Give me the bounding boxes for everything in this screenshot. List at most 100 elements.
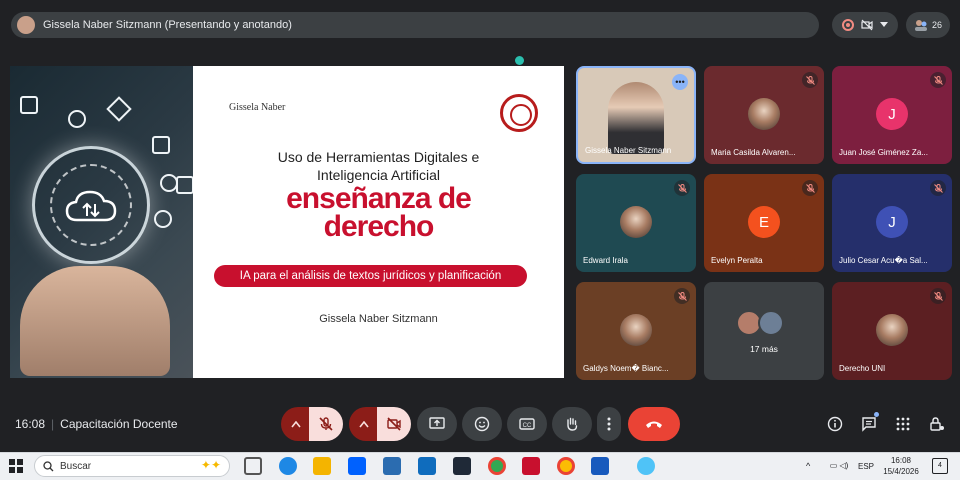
record-icon[interactable] (841, 19, 854, 31)
slide-hero-image (10, 66, 194, 378)
participant-tile[interactable]: ••• Gissela Naber Sitzmann (576, 66, 696, 164)
participant-name: Juan José Giménez Za... (839, 148, 928, 157)
chrome-icon[interactable] (488, 457, 506, 475)
participant-tile[interactable]: J Juan José Giménez Za... (832, 66, 952, 164)
task-view-icon[interactable] (244, 457, 262, 475)
apps-grid-icon (896, 417, 910, 431)
host-controls-button[interactable] (927, 414, 947, 434)
participant-avatar: J (876, 98, 908, 130)
end-call-icon (646, 421, 662, 428)
slide-headline-line2: derecho (323, 210, 435, 243)
participant-avatar (748, 98, 780, 130)
mcafee-icon[interactable] (522, 457, 540, 475)
shared-presentation[interactable]: Gissela Naber Uso de Herramientas Digita… (10, 66, 564, 378)
top-bar: Gissela Naber Sitzmann (Presentando y an… (0, 0, 960, 48)
slide-subtitle: IA para el análisis de textos jurídicos … (214, 265, 527, 287)
presenter-label: Gissela Naber Sitzmann (Presentando y an… (43, 19, 292, 31)
participant-video (608, 82, 664, 154)
mic-off-icon (674, 288, 690, 304)
tile-more-options-button[interactable]: ••• (672, 74, 688, 90)
participant-tile[interactable]: 17 más (704, 282, 824, 380)
upload-icon (20, 96, 38, 114)
edge-icon[interactable] (279, 457, 297, 475)
chat-button[interactable] (859, 412, 879, 434)
hand-icon (567, 417, 578, 431)
windows-logo-icon (9, 459, 23, 473)
participant-count: 26 (931, 20, 942, 30)
taskbar-time: 16:08 (890, 456, 912, 465)
present-button[interactable] (417, 407, 457, 441)
meeting-time: 16:08 (15, 417, 46, 431)
dropbox-icon[interactable] (348, 457, 366, 475)
captions-button[interactable]: CC (507, 407, 547, 441)
tray-system-icons[interactable]: ▭ ◁) (822, 460, 856, 471)
meeting-details-button[interactable] (825, 414, 845, 434)
taskbar-clock[interactable]: 16:08 15/4/2026 (878, 455, 924, 477)
leave-call-button[interactable] (628, 407, 680, 441)
mic-off-icon (802, 72, 818, 88)
slide-title-line1: Uso de Herramientas Digitales e (277, 149, 480, 165)
presenter-avatar (17, 16, 35, 34)
word-icon[interactable] (591, 457, 609, 475)
participant-tile[interactable]: Derecho UNI (832, 282, 952, 380)
warning-icon (106, 96, 132, 122)
participant-name: Galdys Noem� Bianc... (583, 364, 669, 373)
notifications-button[interactable]: 4 (932, 458, 948, 474)
presenter-banner[interactable]: Gissela Naber Sitzmann (Presentando y an… (11, 12, 819, 38)
store-icon[interactable] (383, 457, 401, 475)
language-indicator[interactable]: ESP (858, 461, 874, 472)
chevron-up-icon (359, 420, 369, 427)
meeting-name[interactable]: Capacitación Docente (60, 417, 177, 431)
people-icon (914, 20, 927, 31)
camera-options-button[interactable] (349, 407, 379, 441)
mic-off-icon (930, 180, 946, 196)
chevron-up-icon (291, 420, 301, 427)
lock-person-icon (930, 417, 944, 431)
camera-off-icon[interactable] (861, 19, 873, 31)
camera-off-icon (387, 417, 401, 431)
emoji-icon (474, 416, 490, 432)
participant-tile[interactable]: Maria Casilda Alvaren... (704, 66, 824, 164)
chrome-profile-icon[interactable] (557, 457, 575, 475)
taskbar-date: 15/4/2026 (883, 467, 919, 476)
cloud-icon (65, 190, 117, 222)
activities-button[interactable] (893, 414, 913, 434)
more-vert-icon (607, 417, 611, 431)
document-icon (152, 136, 170, 154)
mic-toggle-button[interactable] (309, 407, 343, 441)
tray-chevron-icon[interactable]: ^ (806, 461, 810, 472)
camera-toggle-button[interactable] (377, 407, 411, 441)
chevron-down-icon[interactable] (880, 22, 889, 28)
recording-controls[interactable] (832, 12, 898, 38)
more-participants-label: 17 más (750, 344, 778, 354)
participant-avatar (876, 314, 908, 346)
file-explorer-icon[interactable] (313, 457, 331, 475)
mic-off-icon (674, 180, 690, 196)
sparkle-icon: ✦✦ (200, 458, 221, 472)
more-options-button[interactable] (597, 407, 621, 441)
windows-start-button[interactable] (9, 459, 23, 473)
info-icon (827, 416, 843, 432)
participant-name: Gissela Naber Sitzmann (585, 146, 672, 155)
captions-icon: CC (519, 418, 535, 430)
participant-tile[interactable]: Galdys Noem� Bianc... (576, 282, 696, 380)
participant-tile[interactable]: E Evelyn Peralta (704, 174, 824, 272)
outlook-icon[interactable] (418, 457, 436, 475)
help-icon[interactable] (637, 457, 655, 475)
participant-tile[interactable]: Edward Irala (576, 174, 696, 272)
participants-button[interactable]: 26 (906, 12, 950, 38)
raise-hand-button[interactable] (552, 407, 592, 441)
mic-options-button[interactable] (281, 407, 311, 441)
hand-graphic (20, 266, 170, 376)
mic-off-icon (319, 417, 333, 431)
participant-avatar (758, 310, 784, 336)
search-icon (43, 460, 54, 471)
university-seal (500, 94, 538, 132)
mic-off-icon (802, 180, 818, 196)
participant-tile[interactable]: J Julio Cesar Acu�a Sal... (832, 174, 952, 272)
reactions-button[interactable] (462, 407, 502, 441)
terminal-icon[interactable] (453, 457, 471, 475)
taskbar-search[interactable]: Buscar ✦✦ (34, 455, 230, 477)
participant-name: Edward Irala (583, 256, 628, 265)
slide-content: Gissela Naber Uso de Herramientas Digita… (193, 66, 564, 378)
